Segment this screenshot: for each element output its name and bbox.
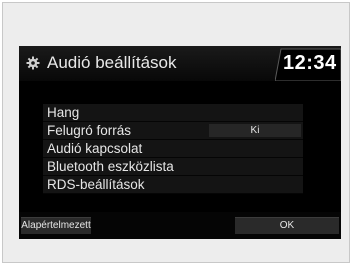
menu-item-rds-settings[interactable]: RDS-beállítások [43,176,303,194]
ok-button[interactable]: OK [235,217,339,234]
reset-defaults-button[interactable]: Alapértelmezett [21,217,91,234]
figure-frame: Audió beállítások 12:34 Hang Felugró for… [2,2,350,263]
menu-item-hang[interactable]: Hang [43,104,303,122]
menu-item-label: Bluetooth eszközlista [47,159,174,174]
header-bar: Audió beállítások 12:34 [19,46,341,81]
menu-item-bluetooth-devices[interactable]: Bluetooth eszközlista [43,158,303,176]
screen-title: Audió beállítások [47,53,177,72]
menu-item-label: Audió kapcsolat [47,141,143,156]
menu-item-popup-source[interactable]: Felugró forrás Ki [43,122,303,140]
bottom-bar: Alapértelmezett OK [19,212,341,239]
gear-icon [26,56,40,70]
menu-item-label: Felugró forrás [47,123,132,138]
menu-item-label: RDS-beállítások [47,177,145,192]
menu-item-label: Hang [47,105,80,120]
menu-item-audio-connection[interactable]: Audió kapcsolat [43,140,303,158]
clock: 12:34 [283,52,337,74]
menu-item-value: Ki [209,124,301,137]
audio-settings-screen: Audió beállítások 12:34 Hang Felugró for… [19,46,341,239]
